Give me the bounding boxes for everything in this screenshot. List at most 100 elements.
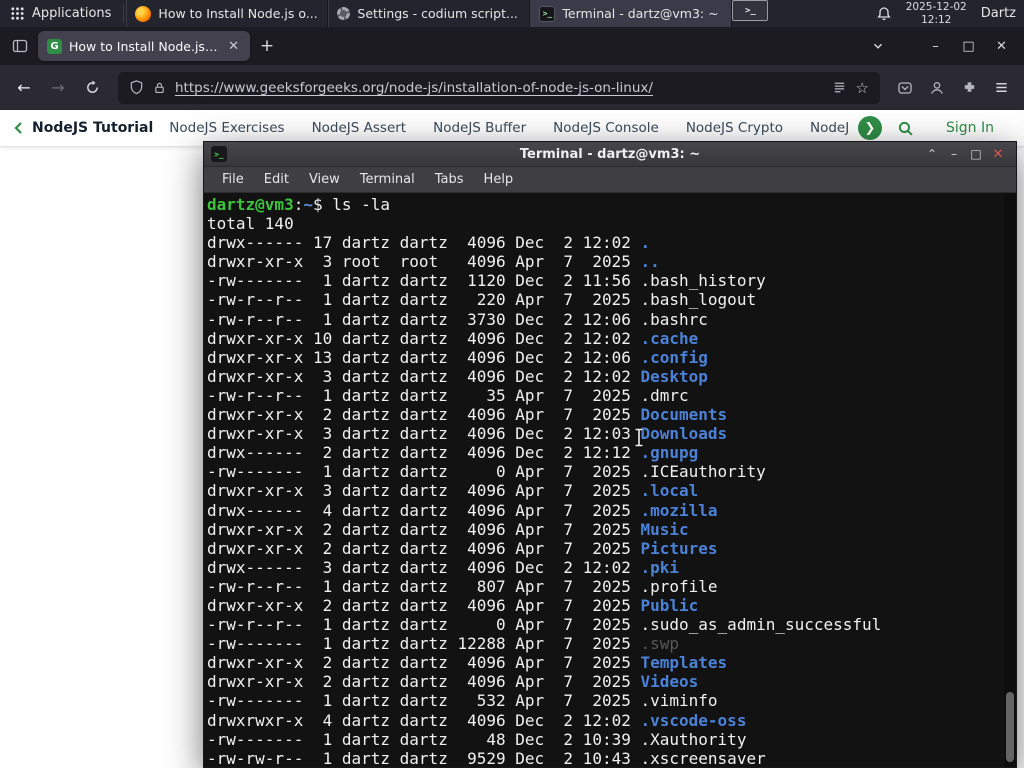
line-columns: -rw-r--r-- 1 dartz dartz 3730 Dec 2 12:0…	[207, 309, 641, 329]
applications-menu[interactable]: Applications	[0, 0, 121, 27]
bookmark-star-icon[interactable]: ☆	[856, 79, 869, 97]
file-name: .xscreensaver	[640, 748, 766, 767]
terminal-menu-file[interactable]: File	[222, 172, 244, 187]
terminal-line: -rw------- 1 dartz dartz 532 Apr 7 2025 …	[207, 691, 1002, 710]
nav-item-nodejs-dns[interactable]: NodeJS DNS	[810, 120, 850, 136]
nav-next-chevron-icon[interactable]: ❯	[858, 116, 882, 140]
line-columns: drwxrwxr-x 4 dartz dartz 4096 Dec 2 12:0…	[207, 710, 641, 730]
terminal-menu-edit[interactable]: Edit	[264, 172, 289, 187]
url-bar[interactable]: https://www.geeksforgeeks.org/node-js/in…	[118, 71, 880, 104]
taskbar-window-buttons: How to Install Node.js o... Settings - co…	[126, 0, 733, 27]
new-tab-button[interactable]: +	[254, 33, 280, 59]
nav-item-nodejs-tutorial[interactable]: NodeJS Tutorial	[32, 120, 153, 136]
terminal-menu-help[interactable]: Help	[484, 172, 514, 187]
terminal-close-button[interactable]: ✕	[987, 142, 1009, 166]
file-name: .bash_logout	[640, 290, 757, 310]
tracking-shield-icon[interactable]	[129, 80, 144, 95]
terminal-icon: >_	[211, 146, 227, 162]
file-name: Documents	[640, 405, 728, 425]
terminal-line: -rw-r--r-- 1 dartz dartz 807 Apr 7 2025 …	[207, 577, 1002, 596]
terminal-line: -rw-r--r-- 1 dartz dartz 220 Apr 7 2025 …	[207, 290, 1002, 309]
nav-item-nodejs-console[interactable]: NodeJS Console	[553, 120, 659, 136]
terminal-minimize-button[interactable]: –	[943, 142, 965, 166]
extensions-icon[interactable]	[954, 73, 984, 103]
file-name: .gnupg	[640, 443, 699, 463]
line-columns: -rw------- 1 dartz dartz 12288 Apr 7 202…	[207, 634, 641, 654]
account-icon[interactable]	[922, 73, 952, 103]
terminal-line: drwxr-xr-x 3 root root 4096 Apr 7 2025 .…	[207, 252, 1002, 271]
sign-in-button[interactable]: Sign In	[946, 120, 994, 136]
terminal-output[interactable]: dartz@vm3:~$ ls -la total 140 drwx------ 1…	[204, 193, 1016, 767]
lock-icon[interactable]	[153, 81, 166, 95]
file-name: .dmrc	[640, 385, 689, 405]
taskbar-status-area: 2025-12-02 12:12 Dartz	[876, 0, 1024, 27]
terminal-line: -rw------- 1 dartz dartz 0 Apr 7 2025 .I…	[207, 462, 1002, 481]
taskbar-window-firefox[interactable]: How to Install Node.js o...	[126, 0, 329, 27]
nav-item-nodejs-assert[interactable]: NodeJS Assert	[312, 120, 407, 136]
back-button[interactable]: ←	[8, 72, 40, 104]
terminal-line: drwx------ 3 dartz dartz 4096 Dec 2 12:0…	[207, 558, 1002, 577]
terminal-maximize-button[interactable]: □	[965, 142, 987, 166]
menu-icon[interactable]	[986, 73, 1016, 103]
nav-back-chevron-icon[interactable]	[12, 121, 26, 135]
firefox-view-icon[interactable]	[6, 32, 34, 60]
window-minimize-button[interactable]: –	[919, 27, 952, 65]
terminal-scrollbar-thumb[interactable]	[1006, 692, 1014, 762]
taskbar-window-terminal[interactable]: >_ Terminal - dartz@vm3: ~	[530, 0, 733, 27]
tab-close-icon[interactable]: ✕	[226, 39, 241, 54]
terminal-line: drwxr-xr-x 13 dartz dartz 4096 Dec 2 12:…	[207, 348, 1002, 367]
line-columns: drwx------ 17 dartz dartz 4096 Dec 2 12:…	[207, 233, 641, 253]
file-name: .profile	[640, 576, 718, 596]
applications-label: Applications	[32, 6, 112, 21]
nav-item-nodejs-crypto[interactable]: NodeJS Crypto	[686, 120, 783, 136]
forward-button[interactable]: →	[42, 72, 74, 104]
nav-item-nodejs-exercises[interactable]: NodeJS Exercises	[169, 120, 284, 136]
line-columns: -rw-r--r-- 1 dartz dartz 0 Apr 7 2025	[207, 615, 641, 635]
terminal-line: drwxrwxr-x 4 dartz dartz 4096 Dec 2 12:0…	[207, 711, 1002, 730]
line-columns: drwxr-xr-x 2 dartz dartz 4096 Apr 7 2025	[207, 405, 641, 425]
line-columns: drwxr-xr-x 2 dartz dartz 4096 Apr 7 2025	[207, 595, 641, 615]
notification-bell-icon[interactable]	[876, 6, 892, 22]
line-columns: drwxr-xr-x 3 root root 4096 Apr 7 2025	[207, 252, 641, 272]
terminal-menu-tabs[interactable]: Tabs	[435, 172, 464, 187]
terminal-menu-view[interactable]: View	[309, 172, 340, 187]
reload-button[interactable]	[76, 72, 108, 104]
terminal-scrollbar[interactable]	[1004, 193, 1016, 767]
taskbar-window-title: Settings - codium script...	[357, 6, 518, 21]
terminal-titlebar[interactable]: >_ Terminal - dartz@vm3: ~ ⌃ – □ ✕	[204, 142, 1016, 167]
search-icon[interactable]	[890, 113, 920, 143]
file-name: .mozilla	[640, 500, 718, 520]
file-name: .cache	[640, 328, 699, 348]
line-columns: drwx------ 2 dartz dartz 4096 Dec 2 12:1…	[207, 443, 641, 463]
browser-tab-bar: G How to Install Node.js on... ✕ + – □ ✕	[0, 27, 1024, 65]
terminal-line: drwxr-xr-x 3 dartz dartz 4096 Apr 7 2025…	[207, 481, 1002, 500]
terminal-line: drwx------ 2 dartz dartz 4096 Dec 2 12:1…	[207, 443, 1002, 462]
terminal-shade-button[interactable]: ⌃	[921, 142, 943, 166]
terminal-line: -rw------- 1 dartz dartz 1120 Dec 2 11:5…	[207, 271, 1002, 290]
line-columns: drwxr-xr-x 2 dartz dartz 4096 Apr 7 2025	[207, 672, 641, 692]
terminal-line: -rw-r--r-- 1 dartz dartz 35 Apr 7 2025 .…	[207, 386, 1002, 405]
window-maximize-button[interactable]: □	[952, 27, 985, 65]
tab-list-chevron-icon[interactable]	[863, 32, 893, 60]
terminal-menubar: File Edit View Terminal Tabs Help	[204, 167, 1016, 193]
taskbar-window-title: Terminal - dartz@vm3: ~	[562, 6, 719, 21]
browser-tab[interactable]: G How to Install Node.js on... ✕	[38, 31, 250, 61]
clock-date: 2025-12-02	[905, 0, 967, 13]
pocket-icon[interactable]	[890, 73, 920, 103]
clock[interactable]: 2025-12-02 12:12	[906, 1, 967, 26]
taskbar-separator	[123, 4, 125, 23]
taskbar-window-settings[interactable]: Settings - codium script...	[328, 0, 531, 27]
nav-item-nodejs-buffer[interactable]: NodeJS Buffer	[433, 120, 526, 136]
terminal-line: -rw-r--r-- 1 dartz dartz 0 Apr 7 2025 .s…	[207, 615, 1002, 634]
tray-terminal-icon[interactable]: >_	[732, 0, 769, 21]
terminal-menu-terminal[interactable]: Terminal	[360, 172, 415, 187]
terminal-line: drwxr-xr-x 10 dartz dartz 4096 Dec 2 12:…	[207, 329, 1002, 348]
url-text: https://www.geeksforgeeks.org/node-js/in…	[175, 79, 653, 96]
window-close-button[interactable]: ✕	[985, 27, 1018, 65]
line-columns: -rw------- 1 dartz dartz 48 Dec 2 10:39	[207, 729, 641, 749]
terminal-line: drwxr-xr-x 2 dartz dartz 4096 Apr 7 2025…	[207, 539, 1002, 558]
reader-mode-icon[interactable]	[832, 80, 847, 95]
taskbar: Applications How to Install Node.js o...…	[0, 0, 1024, 27]
gfg-favicon: G	[47, 38, 62, 54]
user-menu[interactable]: Dartz	[981, 6, 1016, 21]
